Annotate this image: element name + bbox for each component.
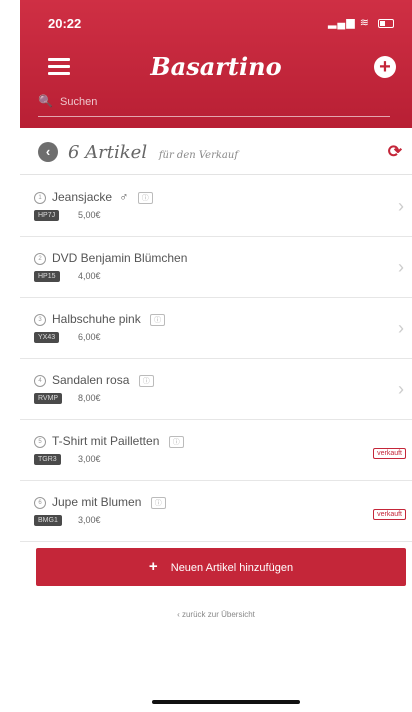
item-name: T-Shirt mit Pailletten ⓘ — [52, 434, 184, 448]
item-code: BMG1 — [34, 515, 62, 526]
search-placeholder: Suchen — [60, 96, 98, 108]
item-code: RVMP — [34, 393, 63, 404]
item-name: Sandalen rosa ⓘ — [52, 373, 154, 387]
page-title-main: 6 Artikel — [68, 142, 148, 163]
item-code: HP7J — [34, 210, 60, 221]
gender-icon: ♂ — [119, 190, 129, 204]
list-item[interactable]: 3 Halbschuhe pink ⓘ YX43 6,00€ › — [20, 298, 412, 359]
size-tag: ⓘ — [150, 313, 166, 326]
item-code: YX43 — [34, 332, 60, 343]
item-price: 6,00€ — [78, 332, 101, 342]
chevron-right-icon[interactable]: › — [398, 318, 404, 339]
search-icon: 🔍 — [38, 94, 53, 108]
back-link-label: zurück zur Übersicht — [181, 610, 255, 619]
add-article-label: Neuen Artikel hinzufügen — [170, 562, 294, 574]
item-price: 4,00€ — [78, 271, 101, 281]
home-indicator[interactable] — [152, 700, 300, 704]
wifi-icon: ≋ — [359, 17, 370, 29]
back-circle-icon[interactable]: ‹ — [38, 142, 58, 162]
back-to-overview-link[interactable]: ‹ zurück zur Übersicht — [20, 610, 412, 619]
item-name: Halbschuhe pink ⓘ — [52, 312, 166, 326]
item-price: 8,00€ — [78, 393, 101, 403]
item-number-icon: 3 — [34, 314, 46, 326]
list-item[interactable]: 6 Jupe mit Blumen ⓘ BMG1 3,00€ verkauft — [20, 481, 412, 542]
chevron-right-icon[interactable]: › — [398, 379, 404, 400]
plus-icon: + — [148, 558, 158, 575]
chevron-left-icon: ‹ — [177, 610, 180, 619]
refresh-icon[interactable]: ⟳ — [388, 142, 402, 162]
list-item[interactable]: 5 T-Shirt mit Pailletten ⓘ TGR3 3,00€ ve… — [20, 420, 412, 481]
item-number-icon: 6 — [34, 497, 46, 509]
add-article-button[interactable]: + Neuen Artikel hinzufügen — [36, 548, 406, 586]
item-number-icon: 5 — [34, 436, 46, 448]
item-code: TGR3 — [34, 454, 61, 465]
size-tag: ⓘ — [150, 496, 166, 509]
item-number-icon: 4 — [34, 375, 46, 387]
signal-icon: ▂▄▆ — [327, 17, 356, 29]
item-name: Jupe mit Blumen ⓘ — [52, 495, 166, 509]
battery-icon — [378, 18, 394, 28]
status-time: 20:22 — [48, 16, 82, 31]
item-price: 3,00€ — [78, 515, 101, 525]
list-item[interactable]: 1 Jeansjacke ♂ ⓘ HP7J 5,00€ › — [20, 176, 412, 237]
item-price: 5,00€ — [78, 210, 101, 220]
item-price: 3,00€ — [78, 454, 101, 464]
size-tag: ⓘ — [138, 374, 154, 387]
size-tag: ⓘ — [137, 191, 153, 204]
page-title: 6 Artikel für den Verkauf — [68, 142, 238, 163]
chevron-right-icon[interactable]: › — [398, 196, 404, 217]
item-number-icon: 1 — [34, 192, 46, 204]
page-title-subtitle: für den Verkauf — [158, 150, 239, 161]
chevron-right-icon[interactable]: › — [398, 257, 404, 278]
articles-subheader: ‹ 6 Artikel für den Verkauf ⟳ — [20, 132, 412, 175]
sold-badge: verkauft — [373, 509, 406, 520]
list-item[interactable]: 2 DVD Benjamin Blümchen HP15 4,00€ › — [20, 237, 412, 298]
articles-list: 1 Jeansjacke ♂ ⓘ HP7J 5,00€ › 2 DVD Benj… — [20, 176, 412, 542]
app-screen: 20:22 ▂▄▆ ≋ Basartino + 🔍 Suchen ‹ 6 Art… — [20, 0, 412, 712]
brand-logo: Basartino — [150, 52, 282, 81]
add-icon[interactable]: + — [374, 56, 396, 78]
item-number-icon: 2 — [34, 253, 46, 265]
search-input[interactable]: 🔍 Suchen — [38, 94, 390, 117]
status-icons: ▂▄▆ ≋ — [328, 16, 394, 29]
item-name: Jeansjacke ♂ ⓘ — [52, 190, 153, 204]
item-code: HP15 — [34, 271, 60, 282]
item-name: DVD Benjamin Blümchen — [52, 251, 188, 265]
list-item[interactable]: 4 Sandalen rosa ⓘ RVMP 8,00€ › — [20, 359, 412, 420]
size-tag: ⓘ — [168, 435, 184, 448]
sold-badge: verkauft — [373, 448, 406, 459]
app-header: 20:22 ▂▄▆ ≋ Basartino + 🔍 Suchen — [20, 0, 412, 128]
